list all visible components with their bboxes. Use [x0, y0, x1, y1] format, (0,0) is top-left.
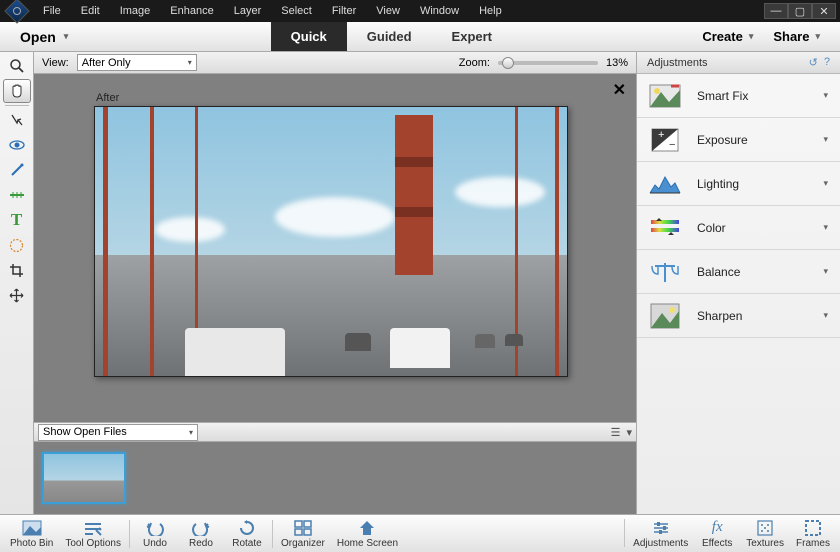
photobin-dropdown[interactable]: Show Open Files	[38, 424, 198, 441]
adj-sharpen[interactable]: Sharpen	[637, 294, 840, 338]
undo-icon	[146, 519, 164, 537]
document-image[interactable]	[94, 106, 568, 377]
svg-text:+: +	[658, 129, 664, 141]
app-icon	[4, 0, 29, 24]
menubar: File Edit Image Enhance Layer Select Fil…	[34, 2, 764, 20]
tab-guided[interactable]: Guided	[347, 22, 432, 51]
rotate-icon	[238, 519, 256, 537]
organizer-icon	[294, 519, 312, 537]
share-button[interactable]: Share	[765, 29, 828, 44]
bb-photobin[interactable]: Photo Bin	[4, 515, 59, 552]
smartfix-icon	[649, 82, 681, 110]
crop-tool[interactable]	[3, 258, 31, 282]
after-label: After	[96, 92, 576, 104]
adjustments-title: Adjustments	[647, 57, 708, 69]
photobin-bar: Show Open Files ☰ ▾	[34, 422, 636, 442]
adj-balance[interactable]: Balance	[637, 250, 840, 294]
menu-help[interactable]: Help	[470, 2, 511, 20]
maximize-button[interactable]: ▢	[788, 3, 812, 19]
adj-lighting[interactable]: Lighting	[637, 162, 840, 206]
photobin-thumbnail[interactable]	[42, 452, 126, 504]
menu-window[interactable]: Window	[411, 2, 468, 20]
home-icon	[358, 519, 376, 537]
type-tool[interactable]: T	[3, 208, 31, 232]
view-bar: View: After Only Zoom: 13%	[34, 52, 636, 74]
bb-organizer[interactable]: Organizer	[275, 515, 331, 552]
bottom-bar: Photo Bin Tool Options Undo Redo Rotate …	[0, 514, 840, 552]
zoom-slider[interactable]	[498, 61, 598, 65]
menu-enhance[interactable]: Enhance	[161, 2, 222, 20]
bb-adjustments[interactable]: Adjustments	[627, 519, 694, 549]
color-icon	[649, 214, 681, 242]
exposure-icon: +−	[649, 126, 681, 154]
window-controls: — ▢ ✕	[764, 3, 836, 19]
photobin-options-icon[interactable]: ☰	[611, 426, 621, 439]
menu-view[interactable]: View	[367, 2, 409, 20]
menu-layer[interactable]: Layer	[225, 2, 271, 20]
adjustments-icon	[652, 519, 670, 537]
tooloptions-icon	[83, 519, 103, 537]
adj-color[interactable]: Color	[637, 206, 840, 250]
redo-icon	[192, 519, 210, 537]
zoom-tool[interactable]	[3, 54, 31, 78]
open-button[interactable]: Open	[0, 22, 88, 51]
tool-column: T	[0, 52, 34, 514]
adjustments-panel: Adjustments ↺ ? Smart Fix +− Exposure Li…	[636, 52, 840, 514]
adj-smartfix[interactable]: Smart Fix	[637, 74, 840, 118]
frames-icon	[805, 519, 821, 537]
reset-icon[interactable]: ↺	[809, 56, 818, 69]
photobin	[34, 442, 636, 514]
create-button[interactable]: Create	[694, 29, 761, 44]
help-icon[interactable]: ?	[824, 56, 830, 69]
lighting-icon	[649, 170, 681, 198]
view-label: View:	[42, 57, 69, 69]
close-document-button[interactable]: ✕	[613, 80, 626, 100]
tab-quick[interactable]: Quick	[271, 22, 347, 51]
menu-image[interactable]: Image	[111, 2, 160, 20]
bb-homescreen[interactable]: Home Screen	[331, 515, 404, 552]
move-tool[interactable]	[3, 283, 31, 307]
svg-text:−: −	[669, 139, 675, 151]
menu-select[interactable]: Select	[272, 2, 321, 20]
balance-icon	[649, 258, 681, 286]
effects-icon: fx	[712, 519, 723, 537]
zoom-label: Zoom:	[459, 57, 490, 69]
bb-tooloptions[interactable]: Tool Options	[59, 515, 127, 552]
menu-filter[interactable]: Filter	[323, 2, 365, 20]
tab-expert[interactable]: Expert	[432, 22, 512, 51]
whiten-teeth-tool[interactable]	[3, 158, 31, 182]
bb-redo[interactable]: Redo	[178, 515, 224, 552]
view-dropdown[interactable]: After Only	[77, 54, 197, 71]
sharpen-icon	[649, 302, 681, 330]
hand-tool[interactable]	[3, 79, 31, 103]
straighten-tool[interactable]	[3, 183, 31, 207]
minimize-button[interactable]: —	[764, 3, 788, 19]
bb-textures[interactable]: Textures	[740, 519, 790, 549]
menu-edit[interactable]: Edit	[72, 2, 109, 20]
zoom-value: 13%	[606, 57, 628, 69]
bb-rotate[interactable]: Rotate	[224, 515, 270, 552]
photobin-menu-icon[interactable]: ▾	[626, 426, 632, 439]
bb-effects[interactable]: fxEffects	[694, 519, 740, 549]
bb-undo[interactable]: Undo	[132, 515, 178, 552]
spot-heal-tool[interactable]	[3, 233, 31, 257]
menu-file[interactable]: File	[34, 2, 70, 20]
redeye-tool[interactable]	[3, 133, 31, 157]
textures-icon	[757, 519, 773, 537]
titlebar: File Edit Image Enhance Layer Select Fil…	[0, 0, 840, 22]
adj-exposure[interactable]: +− Exposure	[637, 118, 840, 162]
quick-select-tool[interactable]	[3, 108, 31, 132]
canvas-area: ✕ After	[34, 74, 636, 422]
modebar: Open Quick Guided Expert Create Share	[0, 22, 840, 52]
photobin-icon	[22, 519, 42, 537]
bb-frames[interactable]: Frames	[790, 519, 836, 549]
close-button[interactable]: ✕	[812, 3, 836, 19]
